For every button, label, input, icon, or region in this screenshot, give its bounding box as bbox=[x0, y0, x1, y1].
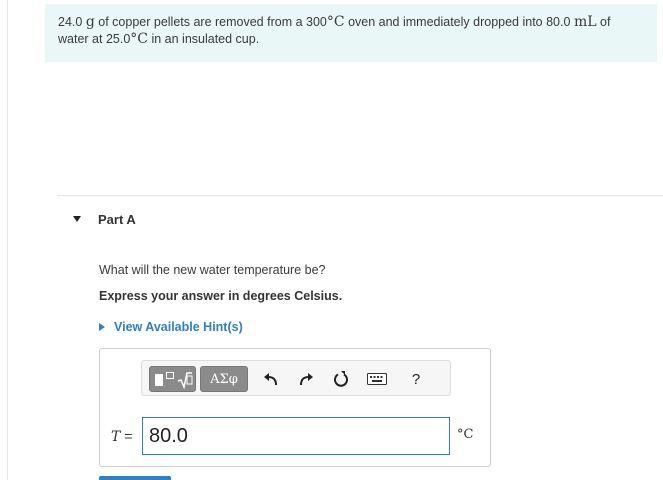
problem-text-1: of copper pellets are removed from a bbox=[94, 15, 307, 29]
problem-statement: 24.0 g of copper pellets are removed fro… bbox=[45, 4, 657, 62]
water-volume: 80.0 bbox=[546, 15, 571, 29]
greek-symbols-button[interactable]: ΑΣφ bbox=[200, 366, 248, 392]
answer-input[interactable]: 80.0 bbox=[142, 417, 450, 455]
problem-text-2: oven and immediately dropped into bbox=[344, 15, 547, 29]
instruction-text: Express your answer in degrees Celsius. bbox=[99, 289, 343, 303]
keyboard-icon[interactable] bbox=[366, 368, 388, 390]
view-hints-link[interactable]: View Available Hint(s) bbox=[99, 320, 243, 334]
oven-temp-unit: °C bbox=[326, 14, 345, 30]
reset-icon[interactable] bbox=[330, 368, 352, 390]
mass-value: 24.0 bbox=[58, 15, 83, 29]
water-temp: 25.0 bbox=[105, 32, 131, 46]
mass-unit: g bbox=[85, 14, 95, 30]
redo-icon[interactable] bbox=[295, 368, 317, 390]
part-a-header[interactable]: Part A bbox=[73, 211, 136, 227]
hint-link-label: View Available Hint(s) bbox=[114, 320, 243, 334]
question-text: What will the new water temperature be? bbox=[99, 263, 326, 277]
submit-button[interactable] bbox=[99, 476, 171, 480]
collapse-arrow-icon[interactable] bbox=[73, 216, 81, 222]
variable-label: T = bbox=[111, 428, 132, 445]
math-toolbar: ΑΣφ ? bbox=[141, 360, 451, 396]
templates-icon bbox=[155, 374, 163, 386]
unit-label: °C bbox=[457, 427, 474, 442]
variable-symbol: T bbox=[111, 429, 121, 445]
help-icon[interactable]: ? bbox=[405, 368, 427, 390]
left-divider bbox=[7, 0, 8, 480]
radical-icon bbox=[177, 372, 193, 390]
undo-icon[interactable] bbox=[260, 368, 282, 390]
templates-box-icon bbox=[166, 372, 174, 379]
answer-panel: ΑΣφ ? T = 80.0 °C bbox=[99, 348, 491, 467]
oven-temp: 300 bbox=[306, 15, 327, 29]
expand-arrow-icon bbox=[99, 323, 105, 331]
equals-sign: = bbox=[120, 428, 133, 444]
water-temp-unit: °C bbox=[130, 31, 148, 47]
part-title: Part A bbox=[98, 211, 136, 227]
volume-unit: mL bbox=[573, 14, 597, 30]
part-divider bbox=[57, 195, 663, 196]
templates-button[interactable] bbox=[149, 366, 196, 392]
problem-text-4: in an insulated cup. bbox=[148, 32, 260, 46]
